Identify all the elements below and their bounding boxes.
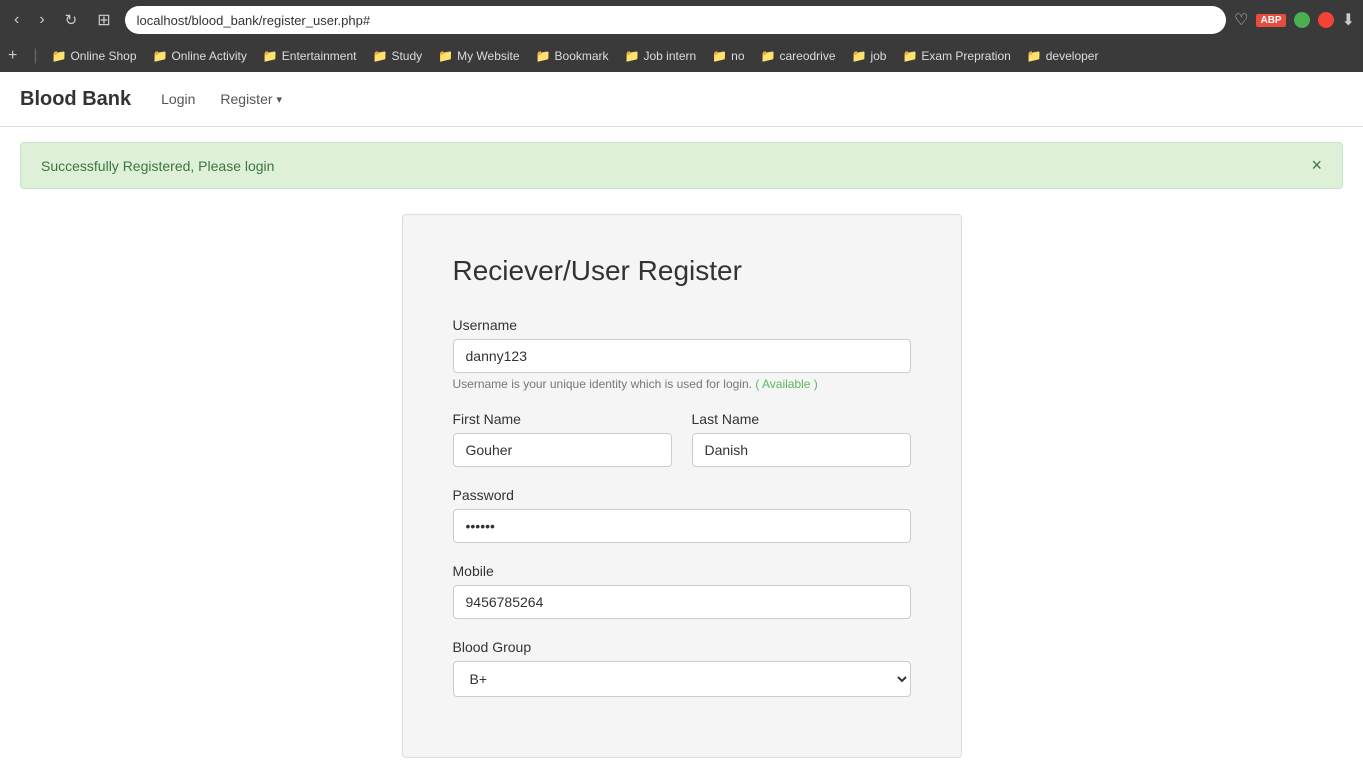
bookmark-job-intern[interactable]: 📁 Job intern — [619, 47, 703, 65]
add-bookmark-button[interactable]: + — [8, 47, 17, 65]
lastname-group: Last Name — [692, 411, 911, 467]
separator: | — [33, 47, 37, 65]
download-icon: ⬇ — [1342, 10, 1355, 30]
password-label: Password — [453, 487, 911, 503]
folder-icon: 📁 — [438, 49, 453, 63]
url-display: localhost/blood_bank/register_user.php# — [137, 13, 1214, 28]
folder-icon: 📁 — [52, 49, 67, 63]
folder-icon: 📁 — [373, 49, 388, 63]
address-bar[interactable]: localhost/blood_bank/register_user.php# — [125, 6, 1226, 34]
name-row: First Name Last Name — [453, 411, 911, 467]
username-available: ( Available ) — [755, 377, 817, 391]
folder-icon: 📁 — [1027, 49, 1042, 63]
bookmark-my-website[interactable]: 📁 My Website — [432, 47, 525, 65]
bookmark-label: Job intern — [644, 49, 697, 63]
lastname-input[interactable] — [692, 433, 911, 467]
blood-group-select[interactable]: A+ A- B+ B- O+ O- AB+ AB- — [453, 661, 911, 697]
forward-button[interactable]: › — [33, 9, 50, 31]
bookmark-label: Online Activity — [171, 49, 246, 63]
color-circle-red — [1318, 12, 1334, 28]
mobile-label: Mobile — [453, 563, 911, 579]
bookmark-careodrive[interactable]: 📁 careodrive — [755, 47, 842, 65]
bookmark-label: careodrive — [779, 49, 835, 63]
back-button[interactable]: ‹ — [8, 9, 25, 31]
username-input[interactable] — [453, 339, 911, 373]
bookmark-label: Entertainment — [282, 49, 357, 63]
bookmark-label: developer — [1046, 49, 1099, 63]
folder-icon: 📁 — [625, 49, 640, 63]
brand-link[interactable]: Blood Bank — [20, 88, 131, 111]
register-dropdown[interactable]: Register — [210, 86, 292, 112]
alert-close-button[interactable]: × — [1311, 155, 1322, 176]
form-title: Reciever/User Register — [453, 255, 911, 287]
abp-badge: ABP — [1256, 14, 1285, 27]
mobile-input[interactable] — [453, 585, 911, 619]
folder-icon: 📁 — [263, 49, 278, 63]
lastname-label: Last Name — [692, 411, 911, 427]
bookmark-study[interactable]: 📁 Study — [367, 47, 429, 65]
bookmark-online-activity[interactable]: 📁 Online Activity — [147, 47, 253, 65]
firstname-input[interactable] — [453, 433, 672, 467]
bookmark-exam-prepration[interactable]: 📁 Exam Prepration — [896, 47, 1016, 65]
bookmark-label: job — [870, 49, 886, 63]
page-content: Blood Bank Login Register Successfully R… — [0, 72, 1363, 768]
username-hint: Username is your unique identity which i… — [453, 377, 911, 391]
heart-icon: ♡ — [1234, 10, 1248, 30]
folder-icon: 📁 — [153, 49, 168, 63]
folder-icon: 📁 — [536, 49, 551, 63]
bookmark-label: Exam Prepration — [921, 49, 1010, 63]
folder-icon: 📁 — [712, 49, 727, 63]
bookmark-entertainment[interactable]: 📁 Entertainment — [257, 47, 363, 65]
folder-icon: 📁 — [852, 49, 867, 63]
navbar: Blood Bank Login Register — [0, 72, 1363, 127]
bookmark-label: Bookmark — [555, 49, 609, 63]
bookmarks-bar: + | 📁 Online Shop 📁 Online Activity 📁 En… — [0, 40, 1363, 72]
success-alert: Successfully Registered, Please login × — [20, 142, 1343, 189]
mobile-group: Mobile — [453, 563, 911, 619]
blood-group-group: Blood Group A+ A- B+ B- O+ O- AB+ AB- — [453, 639, 911, 697]
refresh-button[interactable]: ↻ — [59, 9, 84, 31]
bookmark-no[interactable]: 📁 no — [706, 47, 750, 65]
main-container: Reciever/User Register Username Username… — [0, 204, 1363, 768]
form-card: Reciever/User Register Username Username… — [402, 214, 962, 758]
password-group: Password — [453, 487, 911, 543]
color-circle-green — [1294, 12, 1310, 28]
username-label: Username — [453, 317, 911, 333]
blood-group-label: Blood Group — [453, 639, 911, 655]
bookmark-bookmark[interactable]: 📁 Bookmark — [530, 47, 615, 65]
firstname-group: First Name — [453, 411, 672, 467]
bookmark-label: Online Shop — [70, 49, 136, 63]
bookmark-label: no — [731, 49, 744, 63]
bookmark-online-shop[interactable]: 📁 Online Shop — [46, 47, 143, 65]
nav-links: Login Register — [151, 86, 292, 112]
bookmark-label: My Website — [457, 49, 519, 63]
windows-button[interactable]: ⊞ — [91, 8, 116, 32]
bookmark-developer[interactable]: 📁 developer — [1021, 47, 1105, 65]
bookmark-label: Study — [391, 49, 422, 63]
bookmark-job[interactable]: 📁 job — [846, 47, 893, 65]
folder-icon: 📁 — [902, 49, 917, 63]
password-input[interactable] — [453, 509, 911, 543]
login-link[interactable]: Login — [151, 86, 205, 112]
username-group: Username Username is your unique identit… — [453, 317, 911, 391]
firstname-label: First Name — [453, 411, 672, 427]
folder-icon: 📁 — [761, 49, 776, 63]
alert-message: Successfully Registered, Please login — [41, 158, 274, 174]
